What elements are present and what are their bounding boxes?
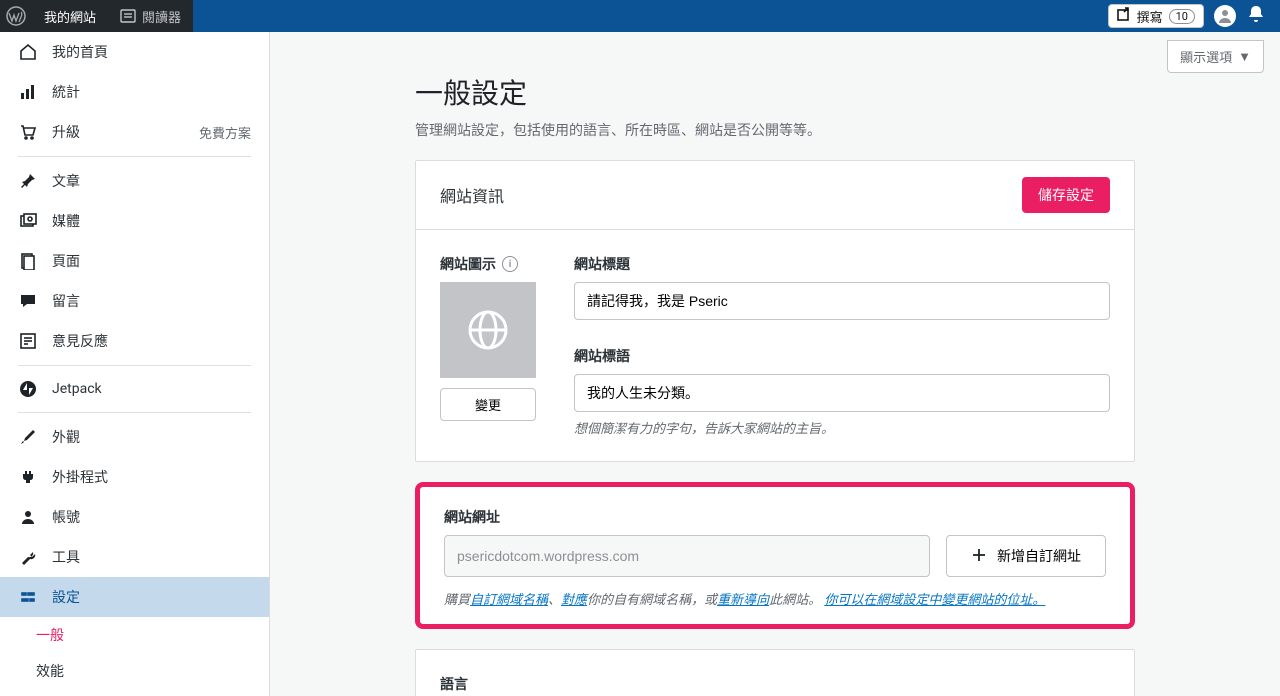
brush-icon	[18, 428, 38, 446]
tagline-hint: 想個簡潔有力的字句，告訴大家網站的主旨。	[574, 418, 1110, 437]
sidebar-item-appearance[interactable]: 外觀	[0, 417, 269, 457]
pin-icon	[18, 172, 38, 190]
media-icon	[18, 212, 38, 230]
compose-icon	[1117, 7, 1131, 25]
sidebar-item-upgrade[interactable]: 升級免費方案	[0, 112, 269, 152]
sidebar-item-media[interactable]: 媒體	[0, 201, 269, 241]
add-custom-address-button[interactable]: 新增自訂網址	[946, 535, 1106, 577]
site-icon-label: 網站圖示 i	[440, 254, 550, 274]
info-icon[interactable]: i	[502, 256, 518, 272]
link-redirect[interactable]: 重新導向	[717, 593, 769, 608]
home-icon	[18, 43, 38, 61]
change-icon-button[interactable]: 變更	[440, 388, 536, 421]
site-address-hint: 購買自訂網域名稱、對應你的自有網域名稱，或重新導向此網站。 你可以在網域設定中變…	[444, 589, 1106, 608]
user-icon	[18, 508, 38, 526]
subnav-writing[interactable]: 寫作	[18, 689, 269, 696]
site-icon-placeholder	[440, 282, 536, 378]
save-button[interactable]: 儲存設定	[1022, 177, 1110, 213]
sidebar-item-tools[interactable]: 工具	[0, 537, 269, 577]
top-bar: 我的網站 閱讀器 撰寫 10	[0, 0, 1280, 32]
cart-icon	[18, 123, 38, 141]
link-custom-domain[interactable]: 自訂網域名稱	[470, 593, 548, 608]
card-title: 網站資訊	[440, 183, 504, 207]
notifications-icon[interactable]	[1246, 4, 1266, 28]
language-label: 語言	[440, 674, 1110, 694]
site-address-section: 網站網址 新增自訂網址 購買自訂網域名稱、對應你的自有網域名稱，或重新導向此網站…	[415, 482, 1135, 629]
comment-icon	[18, 292, 38, 310]
sidebar-item-comments[interactable]: 留言	[0, 281, 269, 321]
screen-options-toggle[interactable]: 顯示選項 ▼	[1167, 40, 1264, 73]
sidebar-item-users[interactable]: 帳號	[0, 497, 269, 537]
sidebar-item-pages[interactable]: 頁面	[0, 241, 269, 281]
wordpress-logo[interactable]	[0, 0, 32, 32]
reader-icon	[120, 8, 136, 24]
site-address-input	[444, 535, 930, 577]
link-map-domain[interactable]: 對應	[561, 593, 587, 608]
settings-subnav: 一般 效能 寫作 討論 閱讀	[0, 617, 269, 696]
sidebar-item-plugins[interactable]: 外掛程式	[0, 457, 269, 497]
sidebar-item-posts[interactable]: 文章	[0, 161, 269, 201]
site-title-label: 網站標題	[574, 254, 1110, 274]
site-address-label: 網站網址	[444, 507, 1106, 527]
sidebar-item-stats[interactable]: 統計	[0, 72, 269, 112]
site-title-input[interactable]	[574, 282, 1110, 320]
subnav-general[interactable]: 一般	[18, 617, 269, 653]
plan-badge: 免費方案	[199, 123, 251, 142]
stats-icon	[18, 83, 38, 101]
site-tagline-input[interactable]	[574, 374, 1110, 412]
subnav-performance[interactable]: 效能	[18, 653, 269, 689]
page-title: 一般設定	[415, 72, 1135, 112]
sidebar-item-home[interactable]: 我的首頁	[0, 32, 269, 72]
tab-reader[interactable]: 閱讀器	[108, 0, 193, 32]
main-content: 顯示選項 ▼ 一般設定 管理網站設定，包括使用的語言、所在時區、網站是否公開等等…	[270, 32, 1280, 696]
sidebar-item-jetpack[interactable]: Jetpack	[0, 370, 269, 408]
link-domain-settings[interactable]: 你可以在網域設定中變更網站的位址。	[824, 593, 1045, 608]
page-description: 管理網站設定，包括使用的語言、所在時區、網站是否公開等等。	[415, 120, 1135, 140]
plugin-icon	[18, 468, 38, 486]
site-tagline-label: 網站標語	[574, 346, 1110, 366]
compose-button[interactable]: 撰寫 10	[1108, 4, 1204, 28]
pages-icon	[18, 252, 38, 270]
avatar[interactable]	[1214, 5, 1236, 27]
tab-my-site[interactable]: 我的網站	[32, 0, 108, 32]
sidebar-item-feedback[interactable]: 意見反應	[0, 321, 269, 361]
language-card: 語言 ZH TW 繁體中文 網站的主要語言。 你也可以在個人檔案中修改想要使用的…	[415, 649, 1135, 696]
chevron-down-icon: ▼	[1238, 49, 1251, 65]
wrench-icon	[18, 548, 38, 566]
sidebar-item-settings[interactable]: 設定	[0, 577, 269, 617]
plus-icon	[971, 547, 987, 566]
settings-icon	[18, 588, 38, 606]
site-info-card: 網站資訊 儲存設定 網站圖示 i 變更	[415, 160, 1135, 462]
sidebar: 我的首頁 統計 升級免費方案 文章 媒體 頁面 留言 意見反應 Jetpack …	[0, 32, 270, 696]
form-icon	[18, 332, 38, 350]
jetpack-icon	[18, 380, 38, 398]
compose-count: 10	[1169, 9, 1195, 24]
